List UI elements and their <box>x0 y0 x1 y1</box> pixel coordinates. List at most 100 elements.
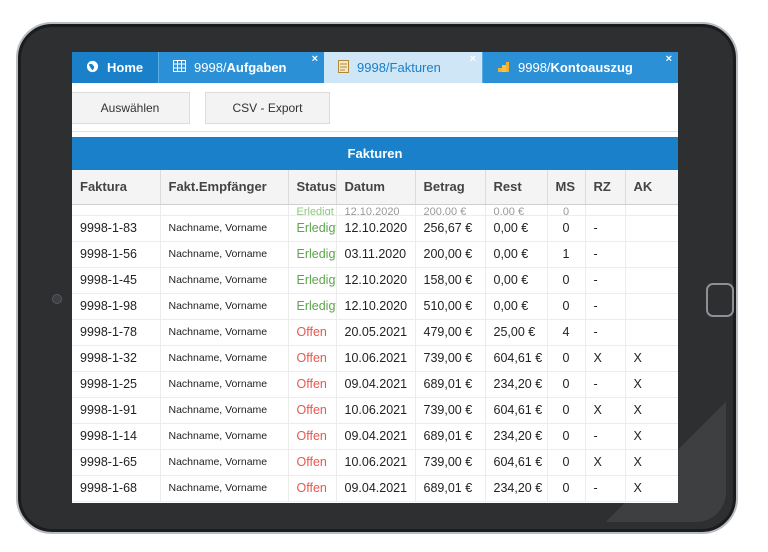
cell-ms: 0 <box>547 397 586 424</box>
cell-rest: 604,61 € <box>485 345 548 372</box>
column-header-empfaenger[interactable]: Fakt.Empfänger <box>160 170 289 205</box>
cell-rz: X <box>585 345 626 372</box>
tab-label: Aufgaben <box>226 60 287 75</box>
table-row[interactable]: 9998-1-45 Nachname, Vorname Erledigt 12.10.… <box>72 267 678 294</box>
coins-icon <box>497 60 510 75</box>
cell-status: Offen <box>288 371 337 398</box>
cell-ms: 0 <box>547 423 586 450</box>
cell-empfaenger: Nachname, Vorname <box>160 345 289 372</box>
column-header-ms[interactable]: MS <box>547 170 586 205</box>
table-row[interactable]: 9998-1-32 Nachname, Vorname Offen 10.06.202… <box>72 345 678 372</box>
cell-betrag: 158,00 € <box>415 267 486 294</box>
cell-status: Erledigt <box>288 267 337 294</box>
home-button <box>706 283 734 317</box>
cell-rz: - <box>585 267 626 294</box>
table-row[interactable]: 9998-1-91 Nachname, Vorname Offen 10.06.202… <box>72 397 678 424</box>
cell-rest: 25,00 € <box>485 319 548 346</box>
cell-status: Erledigt <box>288 204 337 216</box>
cell-ak: X <box>625 449 678 476</box>
cell-betrag: 689,01 € <box>415 423 486 450</box>
column-header-status[interactable]: Status <box>288 170 337 205</box>
document-icon <box>338 59 349 76</box>
cell-faktura: 9998-1-83 <box>72 215 161 242</box>
cell-rz: - <box>585 423 626 450</box>
cell-faktura: 9998-1-68 <box>72 475 161 502</box>
cell-rz: - <box>585 241 626 268</box>
cell-status: Erledigt <box>288 293 337 320</box>
cell-empfaenger: Nachname, Vorname <box>160 319 289 346</box>
cell-datum: 12.10.2020 <box>336 293 416 320</box>
table-row[interactable]: 9998-1-25 Nachname, Vorname Offen 09.04.202… <box>72 371 678 398</box>
table-row[interactable]: 9998-1-83 Nachname, Vorname Erledigt 12.10.… <box>72 215 678 242</box>
cell-ms: 0 <box>547 345 586 372</box>
cell-rest: 0,00 € <box>485 241 548 268</box>
camera <box>52 294 62 304</box>
table-row[interactable]: 9998-1-98 Nachname, Vorname Erledigt 12.10.… <box>72 293 678 320</box>
cell-status: Offen <box>288 397 337 424</box>
tab-home[interactable]: Home <box>72 52 158 83</box>
cell-status: Offen <box>288 449 337 476</box>
globe-icon <box>86 60 99 76</box>
cell-ak <box>625 293 678 320</box>
cell-empfaenger: Nachname, Vorname <box>160 371 289 398</box>
tab-bar: Home 9998/Aufgaben × 9998/Fakturen × 999… <box>72 52 678 83</box>
tab-aufgaben[interactable]: 9998/Aufgaben × <box>158 52 324 83</box>
cell-status: Offen <box>288 345 337 372</box>
close-icon[interactable]: × <box>312 53 318 65</box>
cell-ms: 0 <box>547 371 586 398</box>
tab-kontoauszug[interactable]: 9998/Kontoauszug × <box>482 52 678 83</box>
tab-fakturen[interactable]: 9998/Fakturen × <box>324 52 482 83</box>
csv-export-button[interactable]: CSV - Export <box>205 92 330 124</box>
cell-faktura: 9998-1-78 <box>72 319 161 346</box>
cell-datum: 03.11.2020 <box>336 241 416 268</box>
column-header-datum[interactable]: Datum <box>336 170 416 205</box>
cell-ak <box>625 267 678 294</box>
cell-empfaenger: Nachname, Vorname <box>160 423 289 450</box>
column-header-rest[interactable]: Rest <box>485 170 548 205</box>
cell-rz: - <box>585 293 626 320</box>
cell-empfaenger: Nachname, Vorname <box>160 449 289 476</box>
table-row[interactable]: 9998-1-65 Nachname, Vorname Offen 10.06.202… <box>72 449 678 476</box>
cell-betrag: 689,01 € <box>415 371 486 398</box>
cell-status: Offen <box>288 319 337 346</box>
app-screen: Home 9998/Aufgaben × 9998/Fakturen × 999… <box>72 52 678 503</box>
cell-datum: 12.10.2020 <box>336 267 416 294</box>
cell-rest: 234,20 € <box>485 423 548 450</box>
column-header-rz[interactable]: RZ <box>585 170 626 205</box>
cell-empfaenger: Nachname, Vorname <box>160 475 289 502</box>
cell-faktura: 9998-1-25 <box>72 371 161 398</box>
cell-rz: - <box>585 475 626 502</box>
cell-rest: 604,61 € <box>485 449 548 476</box>
cell-ak <box>625 241 678 268</box>
close-icon[interactable]: × <box>470 53 476 65</box>
cell-empfaenger: Nachname, Vorname <box>160 267 289 294</box>
table-row[interactable]: 9998-1-56 Nachname, Vorname Erledigt 03.11.… <box>72 241 678 268</box>
cell-ak: X <box>625 423 678 450</box>
table-row[interactable]: 9998-1-78 Nachname, Vorname Offen 20.05.202… <box>72 319 678 346</box>
cell-datum: 09.04.2021 <box>336 423 416 450</box>
cell-faktura: 9998-1-32 <box>72 345 161 372</box>
cell-empfaenger: Nachname, Vorname <box>160 241 289 268</box>
cell-betrag: 200,00 € <box>415 204 486 216</box>
table-row[interactable]: 9998-1-14 Nachname, Vorname Offen 09.04.202… <box>72 423 678 450</box>
cell-ak: X <box>625 371 678 398</box>
cell-ak: X <box>625 397 678 424</box>
select-button[interactable]: Auswählen <box>72 92 190 124</box>
cell-rz: - <box>585 215 626 242</box>
cell-datum: 09.04.2021 <box>336 371 416 398</box>
cell-status: Erledigt <box>288 215 337 242</box>
cell-datum: 09.04.2021 <box>336 475 416 502</box>
table-row-partial[interactable]: Erledigt 12.10.2020 200,00 € 0,00 € 0 <box>72 204 678 216</box>
cell-datum: 12.10.2020 <box>336 215 416 242</box>
table-row[interactable]: 9998-1-68 Nachname, Vorname Offen 09.04.202… <box>72 475 678 502</box>
column-header-ak[interactable]: AK <box>625 170 678 205</box>
cell-empfaenger: Nachname, Vorname <box>160 215 289 242</box>
column-header-faktura[interactable]: Faktura <box>72 170 161 205</box>
cell-empfaenger <box>160 204 289 216</box>
cell-faktura: 9998-1-65 <box>72 449 161 476</box>
column-header-betrag[interactable]: Betrag <box>415 170 486 205</box>
cell-betrag: 510,00 € <box>415 293 486 320</box>
close-icon[interactable]: × <box>666 53 672 65</box>
cell-ms: 0 <box>547 267 586 294</box>
cell-rz: - <box>585 371 626 398</box>
